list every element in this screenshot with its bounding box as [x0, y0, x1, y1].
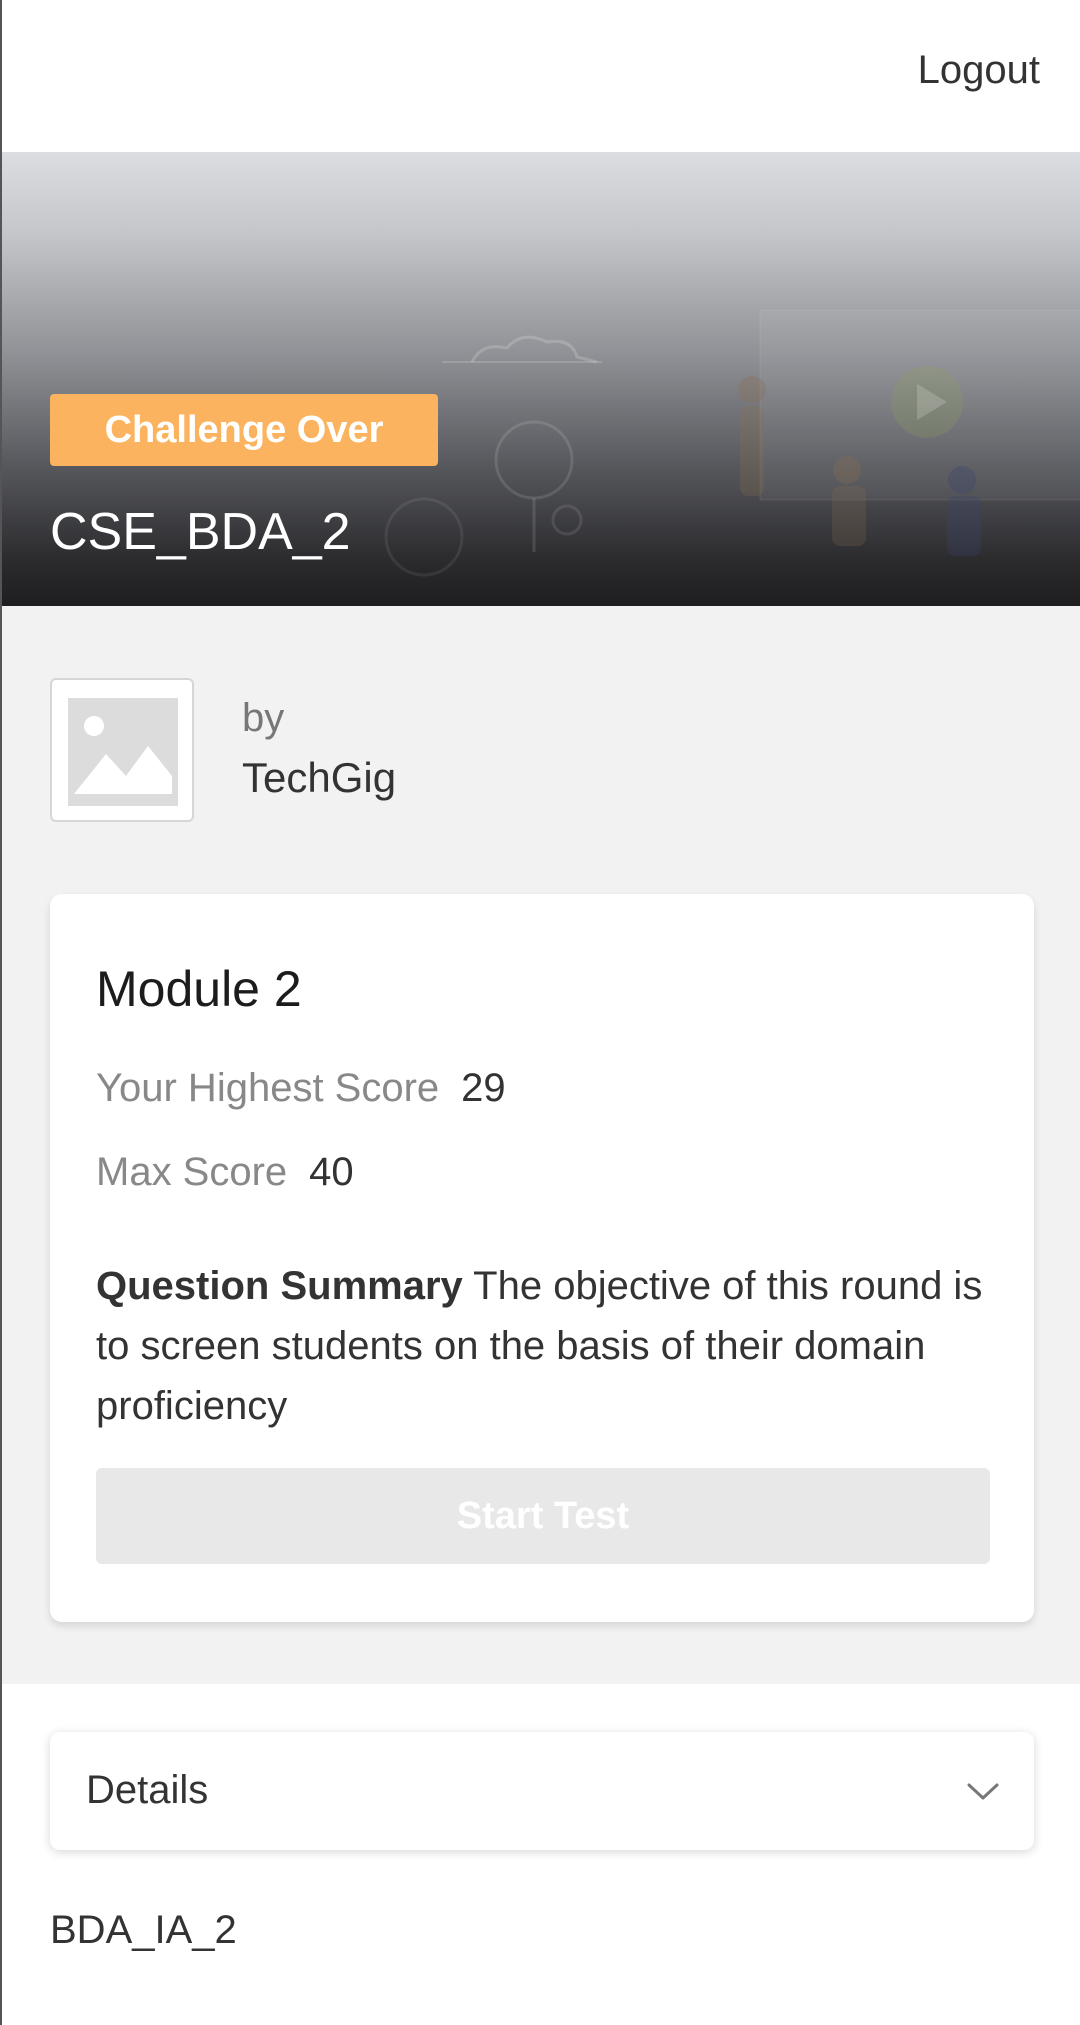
organizer-section: by TechGig Module 2 Your Highest Score 29… [2, 606, 1080, 1684]
organizer-by-label: by [242, 696, 285, 740]
details-accordion[interactable]: Details [50, 1732, 1034, 1850]
max-score-value: 40 [309, 1150, 354, 1194]
chevron-down-icon [967, 1783, 999, 1800]
image-placeholder-icon [68, 698, 178, 806]
challenge-title: CSE_BDA_2 [50, 503, 351, 561]
organizer-name: TechGig [242, 754, 397, 801]
organizer-logo [50, 678, 194, 822]
highest-score-row: Your Highest Score 29 [96, 1066, 506, 1111]
question-summary: Question Summary The objective of this r… [96, 1256, 996, 1436]
highest-score-label: Your Highest Score [96, 1066, 440, 1110]
details-section: Details BDA_IA_2 [2, 1684, 1080, 2025]
details-label: Details [86, 1768, 209, 1812]
logout-button[interactable]: Logout [918, 48, 1040, 93]
app-page: Logout Challenge Over CSE_BDA_2 by TechG… [0, 0, 1080, 2025]
start-test-button[interactable]: Start Test [96, 1468, 990, 1564]
module-title: Module 2 [96, 961, 302, 1017]
module-card: Module 2 Your Highest Score 29 Max Score 4… [50, 894, 1034, 1622]
highest-score-value: 29 [461, 1066, 506, 1110]
max-score-label: Max Score [96, 1150, 288, 1194]
max-score-row: Max Score 40 [96, 1150, 354, 1195]
details-content: BDA_IA_2 [50, 1908, 237, 1952]
hero-banner: Challenge Over CSE_BDA_2 [2, 152, 1080, 606]
top-bar: Logout [2, 0, 1080, 152]
challenge-status-badge: Challenge Over [50, 394, 438, 466]
question-summary-label: Question Summary [96, 1264, 463, 1308]
